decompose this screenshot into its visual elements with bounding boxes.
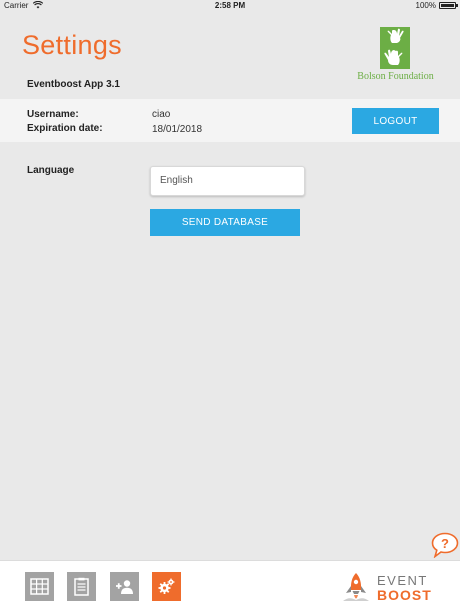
logout-button[interactable]: LOGOUT xyxy=(352,108,439,134)
battery-percent: 100% xyxy=(415,1,436,10)
expiration-date-value: 18/01/2018 xyxy=(152,124,203,135)
send-database-button[interactable]: SEND DATABASE xyxy=(150,209,300,236)
brand-event-text: EVENT xyxy=(377,573,428,588)
app-version: Eventboost App 3.1 xyxy=(27,79,120,90)
question-bubble-icon[interactable]: ? xyxy=(431,532,459,558)
nav-grid-button[interactable] xyxy=(25,572,54,601)
status-bar: Carrier 2:58 PM 100% xyxy=(0,0,460,12)
rocket-icon xyxy=(343,573,369,601)
gears-icon xyxy=(158,578,175,594)
language-label: Language xyxy=(27,165,75,176)
battery-icon xyxy=(439,2,458,9)
username-value: ciao xyxy=(152,109,171,120)
eventboost-logo: EVENT BOOST xyxy=(339,571,439,605)
nav-settings-button[interactable] xyxy=(152,572,181,601)
brand-boost-text: BOOST xyxy=(377,587,432,603)
nav-clipboard-button[interactable] xyxy=(67,572,96,601)
hands-logo-icon xyxy=(380,27,410,69)
language-field[interactable]: English xyxy=(150,166,305,196)
clock: 2:58 PM xyxy=(214,1,246,10)
add-user-icon xyxy=(116,580,133,594)
username-label: Username: xyxy=(27,109,79,120)
bolson-foundation-logo: Bolson Foundation xyxy=(353,27,438,83)
bottom-navigation-bar: EVENT BOOST xyxy=(0,560,460,614)
expiration-date-label: Expiration date: xyxy=(27,123,103,134)
svg-text:?: ? xyxy=(441,536,449,551)
page-title: Settings xyxy=(22,30,122,60)
nav-add-user-button[interactable] xyxy=(110,572,139,601)
user-info-panel: Username: ciao Expiration date: 18/01/20… xyxy=(0,99,460,142)
grid-icon xyxy=(30,578,49,595)
language-value: English xyxy=(160,175,193,186)
clipboard-icon xyxy=(74,577,89,596)
logo-text: Bolson Foundation xyxy=(357,71,434,82)
